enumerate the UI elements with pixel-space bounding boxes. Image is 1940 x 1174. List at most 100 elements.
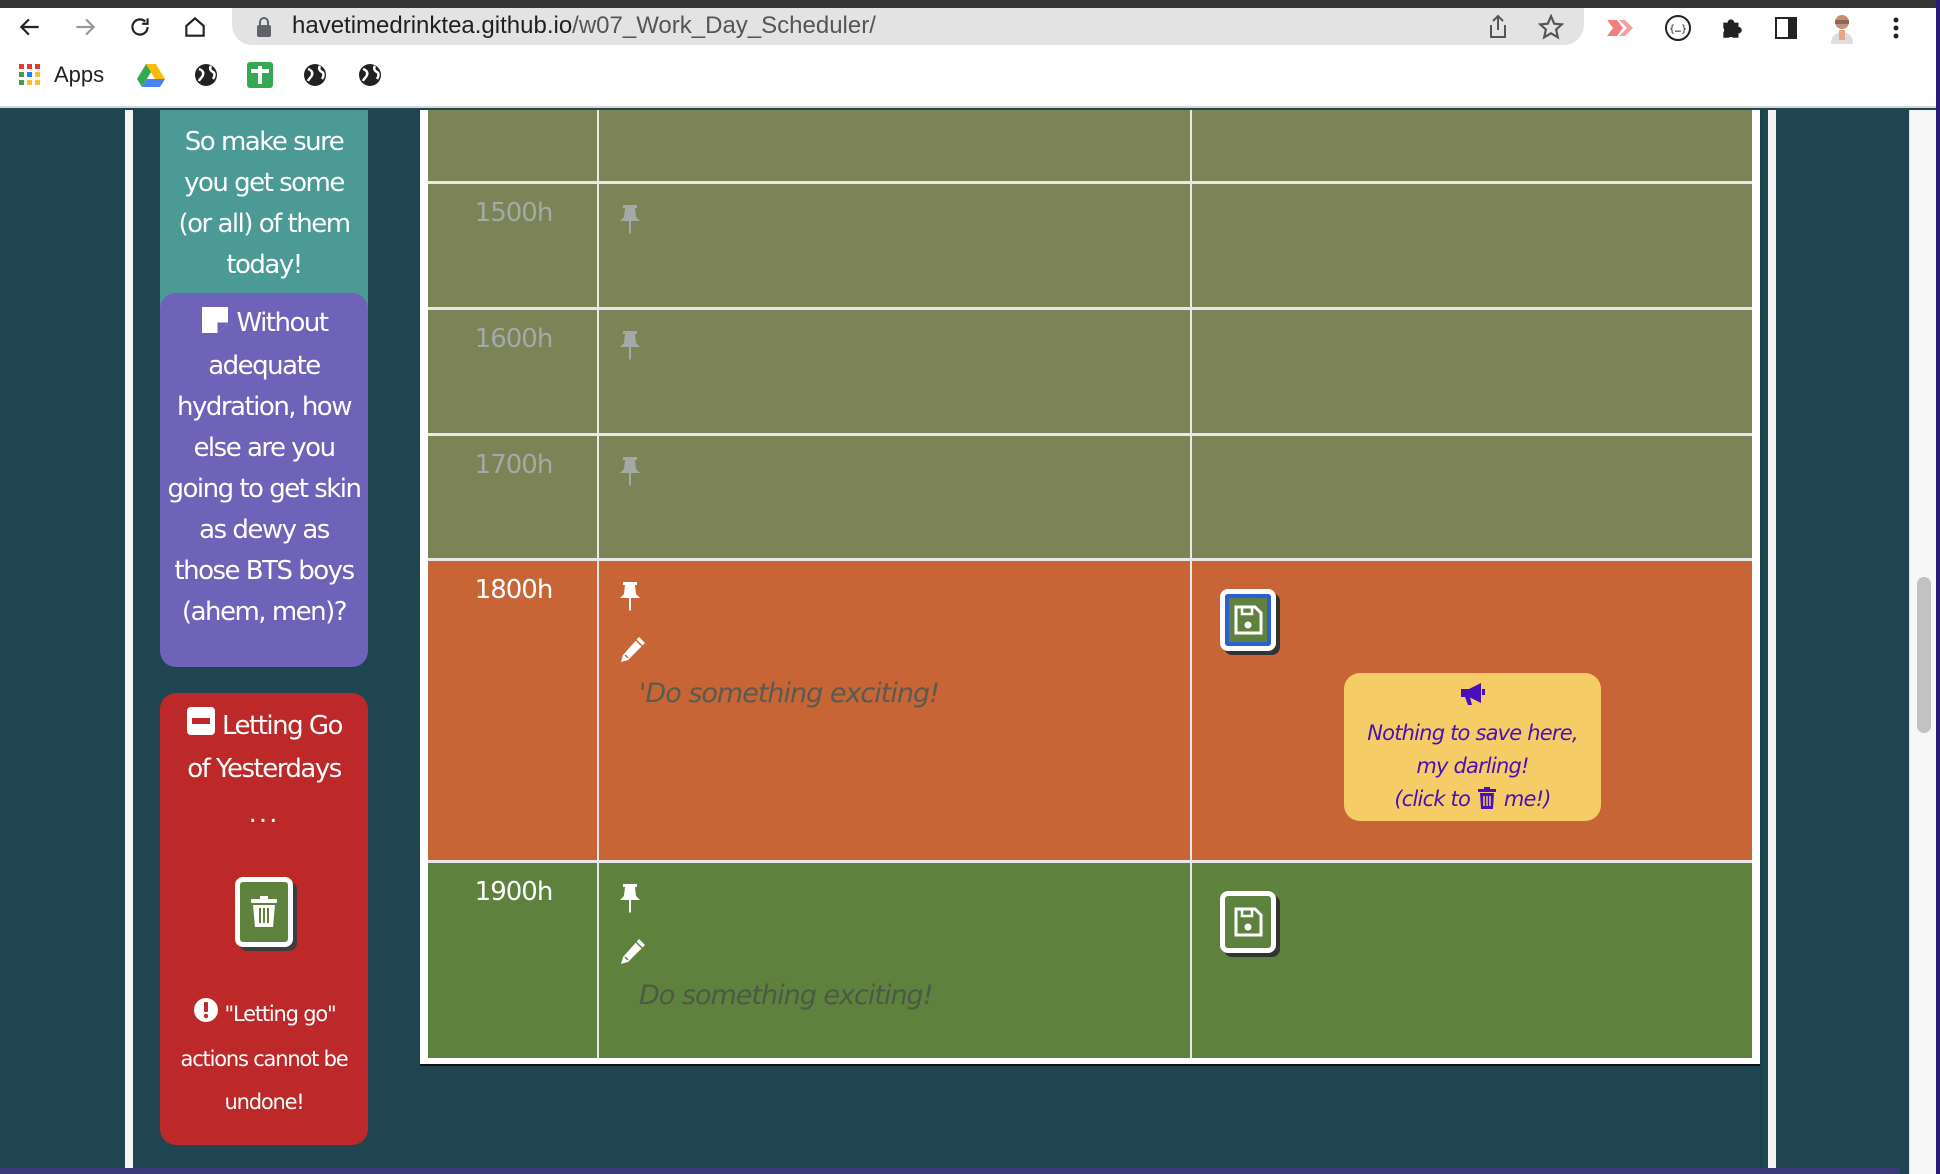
- url-text[interactable]: havetimedrinktea.github.io/w07_Work_Day_…: [292, 12, 876, 40]
- window-titlebar: [0, 0, 1940, 8]
- arrow-left-icon: [19, 18, 39, 35]
- profile-avatar-icon: [1831, 15, 1853, 44]
- bookmark-sheets[interactable]: [246, 59, 274, 91]
- tooltip-line: me!): [1503, 787, 1552, 811]
- bookmark-apps[interactable]: Apps: [18, 59, 104, 91]
- vertical-scrollbar[interactable]: [1909, 110, 1936, 1174]
- card-line: (or all) of them: [178, 209, 351, 239]
- kebab-menu-icon: [1893, 17, 1899, 39]
- save-cell: [1192, 436, 1752, 561]
- pencil-icon: [621, 637, 645, 662]
- lock-icon: [257, 17, 271, 37]
- side-panel-button[interactable]: [1770, 12, 1802, 44]
- hour-label: 1600h: [474, 324, 554, 354]
- floppy-disk-icon: [1234, 907, 1263, 937]
- bookmark-globe-3[interactable]: [357, 59, 383, 91]
- pin-icon: [620, 884, 640, 913]
- star-icon: [1538, 14, 1564, 40]
- globe-icon: [304, 64, 326, 86]
- task-input[interactable]: [639, 980, 1159, 1011]
- scrollbar-thumb[interactable]: [1917, 577, 1931, 733]
- cast-extension-icon: [1607, 20, 1633, 36]
- container-border-right-inner: [1760, 110, 1762, 1174]
- task-cell[interactable]: [599, 110, 1192, 184]
- container-border-right: [1768, 110, 1776, 1174]
- time-block-row: 1600h: [428, 310, 1752, 436]
- cast-extension-button[interactable]: [1604, 12, 1636, 44]
- extensions-button[interactable]: [1716, 12, 1748, 44]
- pin-icon: [620, 331, 640, 360]
- bookmark-google-drive[interactable]: [137, 59, 165, 91]
- back-button[interactable]: [12, 8, 48, 45]
- save-button[interactable]: [1220, 589, 1276, 651]
- desktop-edge: [1936, 0, 1940, 1174]
- url-path: /w07_Work_Day_Scheduler/: [572, 12, 876, 39]
- hour-label: 1900h: [474, 877, 554, 907]
- save-button[interactable]: [1220, 891, 1276, 953]
- hour-cell: 1800h: [428, 561, 599, 863]
- card-line: Letting Go: [222, 711, 343, 741]
- hour-cell: 1700h: [428, 436, 599, 561]
- profile-button[interactable]: [1826, 12, 1858, 44]
- hour-label: 1500h: [474, 198, 554, 228]
- minus-square-icon: [186, 706, 216, 749]
- bookmark-star-button[interactable]: [1535, 11, 1567, 43]
- time-block-row: 1800h Nothing to save here, my darling! …: [428, 561, 1752, 863]
- task-input[interactable]: [639, 678, 1159, 709]
- browser-menu-button[interactable]: [1880, 12, 1912, 44]
- warning-line: undone!: [224, 1090, 304, 1114]
- reload-button[interactable]: [122, 8, 158, 45]
- task-cell[interactable]: [599, 436, 1192, 561]
- address-bar[interactable]: havetimedrinktea.github.io/w07_Work_Day_…: [232, 8, 1584, 45]
- json-viewer-extension-icon: {…}: [1665, 15, 1691, 41]
- time-block-row: 1500h: [428, 184, 1752, 310]
- time-block-row: [428, 110, 1752, 184]
- warning-line: actions cannot be: [180, 1047, 349, 1071]
- bookmark-apps-label: Apps: [54, 62, 105, 87]
- card-line: today!: [226, 250, 303, 280]
- pencil-icon: [621, 939, 645, 964]
- time-block-row: 1700h: [428, 436, 1752, 561]
- megaphone-icon: [1460, 683, 1485, 705]
- share-button[interactable]: [1482, 11, 1514, 43]
- globe-icon: [195, 64, 217, 86]
- warning-line: "Letting go": [224, 1002, 337, 1026]
- container-border-left: [125, 110, 133, 1174]
- task-cell[interactable]: [599, 863, 1192, 1058]
- share-icon: [1490, 14, 1506, 38]
- google-drive-icon: [137, 64, 165, 87]
- home-icon: [185, 16, 205, 37]
- home-button[interactable]: [177, 8, 213, 45]
- exclamation-circle-icon: [193, 995, 219, 1038]
- save-cell: [1192, 863, 1752, 1058]
- bookmarks-bar: Apps: [0, 45, 1940, 108]
- nothing-to-save-tooltip[interactable]: Nothing to save here, my darling! (click…: [1344, 673, 1601, 821]
- bookmark-globe-1[interactable]: [193, 59, 219, 91]
- task-cell[interactable]: [599, 184, 1192, 310]
- clear-past-button[interactable]: [235, 877, 293, 947]
- sidebar-card-hydration: Without adequate hydration, how else are…: [160, 293, 368, 667]
- tooltip-line: my darling!: [1416, 754, 1529, 778]
- irreversible-warning: "Letting go" actions cannot be undone!: [160, 993, 368, 1124]
- card-line: those BTS boys: [174, 556, 355, 586]
- puzzle-extensions-icon: [1723, 19, 1742, 38]
- apps-grid-icon: [19, 64, 40, 85]
- hour-cell: 1900h: [428, 863, 599, 1058]
- json-viewer-extension-button[interactable]: {…}: [1662, 12, 1694, 44]
- svg-text:{…}: {…}: [1669, 24, 1687, 35]
- forward-button[interactable]: [67, 8, 103, 45]
- trash-icon: [1477, 787, 1496, 809]
- card-line: going to get skin: [167, 474, 362, 504]
- task-cell[interactable]: [599, 561, 1192, 863]
- floppy-disk-icon: [1234, 605, 1263, 635]
- card-line: you get some: [184, 168, 345, 198]
- arrow-right-icon: [76, 18, 96, 35]
- card-line: as dewy as: [199, 515, 330, 545]
- task-cell[interactable]: [599, 310, 1192, 436]
- save-cell: [1192, 184, 1752, 310]
- sidebar-card-letting-go: Letting Go of Yesterdays ... "Letting go…: [160, 693, 368, 1145]
- page-viewport: So make sure you get some (or all) of th…: [0, 110, 1940, 1174]
- bookmark-globe-2[interactable]: [302, 59, 328, 91]
- sticky-note-icon: [200, 305, 230, 346]
- hour-label: 1700h: [474, 450, 554, 480]
